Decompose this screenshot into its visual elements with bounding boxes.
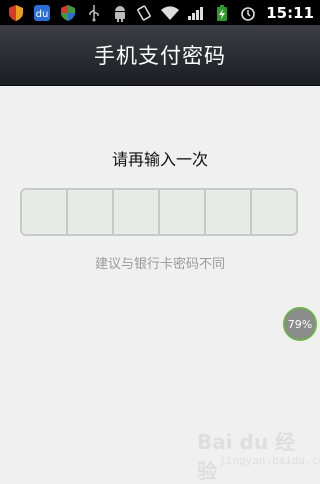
pin-cell[interactable] [114,190,160,234]
watermark-url: jingyan.baidu.com [219,454,320,467]
status-time: 15:11 [266,3,314,22]
title-bar: 手机支付密码 [0,25,320,86]
pin-cell[interactable] [252,190,296,234]
floating-memory-badge[interactable]: 79% [283,307,317,341]
vibrate-icon [134,3,154,23]
pin-prompt: 请再输入一次 [111,150,208,169]
page-title: 手机支付密码 [94,44,226,68]
pin-cell[interactable] [160,190,206,234]
pin-cell[interactable] [22,190,68,234]
baidu-watermark: Bai du 经验 jingyan.baidu.com [175,422,320,483]
pin-hint: 建议与银行卡密码不同 [94,257,225,272]
signal-icon [186,3,206,23]
shield-icon [58,3,78,23]
pin-cell[interactable] [68,190,114,234]
shield-icon [6,3,26,23]
android-icon [110,3,130,23]
pin-input[interactable] [20,188,298,236]
battery-charging-icon [212,3,232,23]
alarm-icon [238,3,258,23]
baidu-app-icon: du [32,3,52,23]
badge-label: 79% [287,317,313,331]
system-icons: 15:11 [134,3,314,23]
wifi-icon [160,3,180,23]
notification-icons: du [6,3,130,23]
usb-icon [84,3,104,23]
svg-text:du: du [36,9,49,20]
pin-cell[interactable] [206,190,252,234]
status-bar: du 15:11 [0,0,320,25]
